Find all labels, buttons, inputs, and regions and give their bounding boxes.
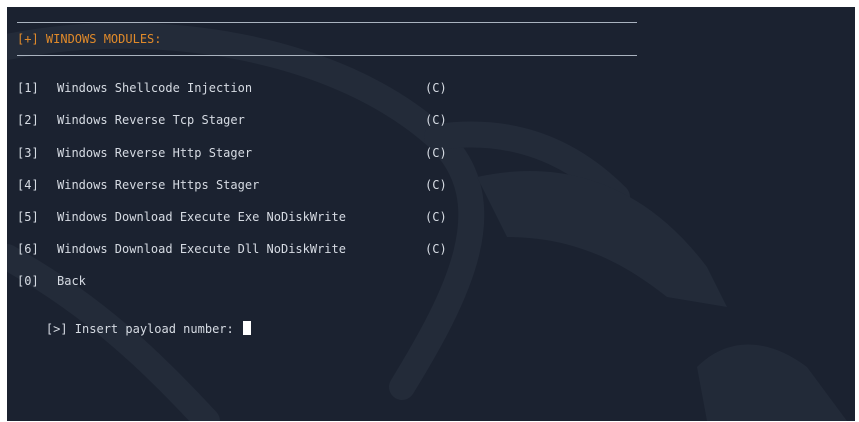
menu-item-back[interactable]: [0] Back bbox=[17, 273, 86, 289]
terminal-window[interactable]: [+] WINDOWS MODULES: [1] Windows Shellco… bbox=[7, 7, 855, 421]
menu-item-number: [2] bbox=[17, 113, 39, 127]
section-header: [+] WINDOWS MODULES: bbox=[17, 32, 162, 46]
menu-item-tag: (C) bbox=[425, 178, 447, 192]
menu-item-6[interactable]: [6] Windows Download Execute Dll NoDiskW… bbox=[17, 241, 447, 257]
menu-item-label: Windows Download Execute Dll NoDiskWrite bbox=[57, 242, 346, 256]
menu-item-number: [1] bbox=[17, 81, 39, 95]
menu-item-number: [5] bbox=[17, 210, 39, 224]
menu-item-label: Windows Reverse Https Stager bbox=[57, 178, 260, 192]
menu-item-tag: (C) bbox=[425, 146, 447, 160]
header-rule-top bbox=[17, 22, 637, 23]
menu-item-3[interactable]: [3] Windows Reverse Http Stager (C) bbox=[17, 145, 447, 161]
menu-item-number: [3] bbox=[17, 146, 39, 160]
menu-item-label: Back bbox=[57, 274, 86, 288]
menu-item-number: [6] bbox=[17, 242, 39, 256]
menu-item-number: [0] bbox=[17, 274, 39, 288]
menu-item-4[interactable]: [4] Windows Reverse Https Stager (C) bbox=[17, 177, 447, 193]
payload-prompt[interactable]: [>] Insert payload number: bbox=[17, 305, 251, 336]
menu-item-number: [4] bbox=[17, 178, 39, 192]
menu-item-1[interactable]: [1] Windows Shellcode Injection (C) bbox=[17, 80, 447, 96]
menu-item-tag: (C) bbox=[425, 81, 447, 95]
menu-item-tag: (C) bbox=[425, 113, 447, 127]
menu-item-label: Windows Download Execute Exe NoDiskWrite bbox=[57, 210, 346, 224]
prompt-text: [>] Insert payload number: bbox=[45, 322, 241, 336]
menu-item-label: Windows Reverse Http Stager bbox=[57, 146, 253, 160]
menu-item-tag: (C) bbox=[425, 210, 447, 224]
text-cursor[interactable] bbox=[242, 321, 251, 335]
menu-item-tag: (C) bbox=[425, 242, 447, 256]
menu-item-2[interactable]: [2] Windows Reverse Tcp Stager (C) bbox=[17, 112, 447, 128]
menu-item-label: Windows Shellcode Injection bbox=[57, 81, 253, 95]
header-rule-bottom bbox=[17, 55, 637, 56]
menu-item-label: Windows Reverse Tcp Stager bbox=[57, 113, 245, 127]
menu-item-5[interactable]: [5] Windows Download Execute Exe NoDiskW… bbox=[17, 209, 447, 225]
